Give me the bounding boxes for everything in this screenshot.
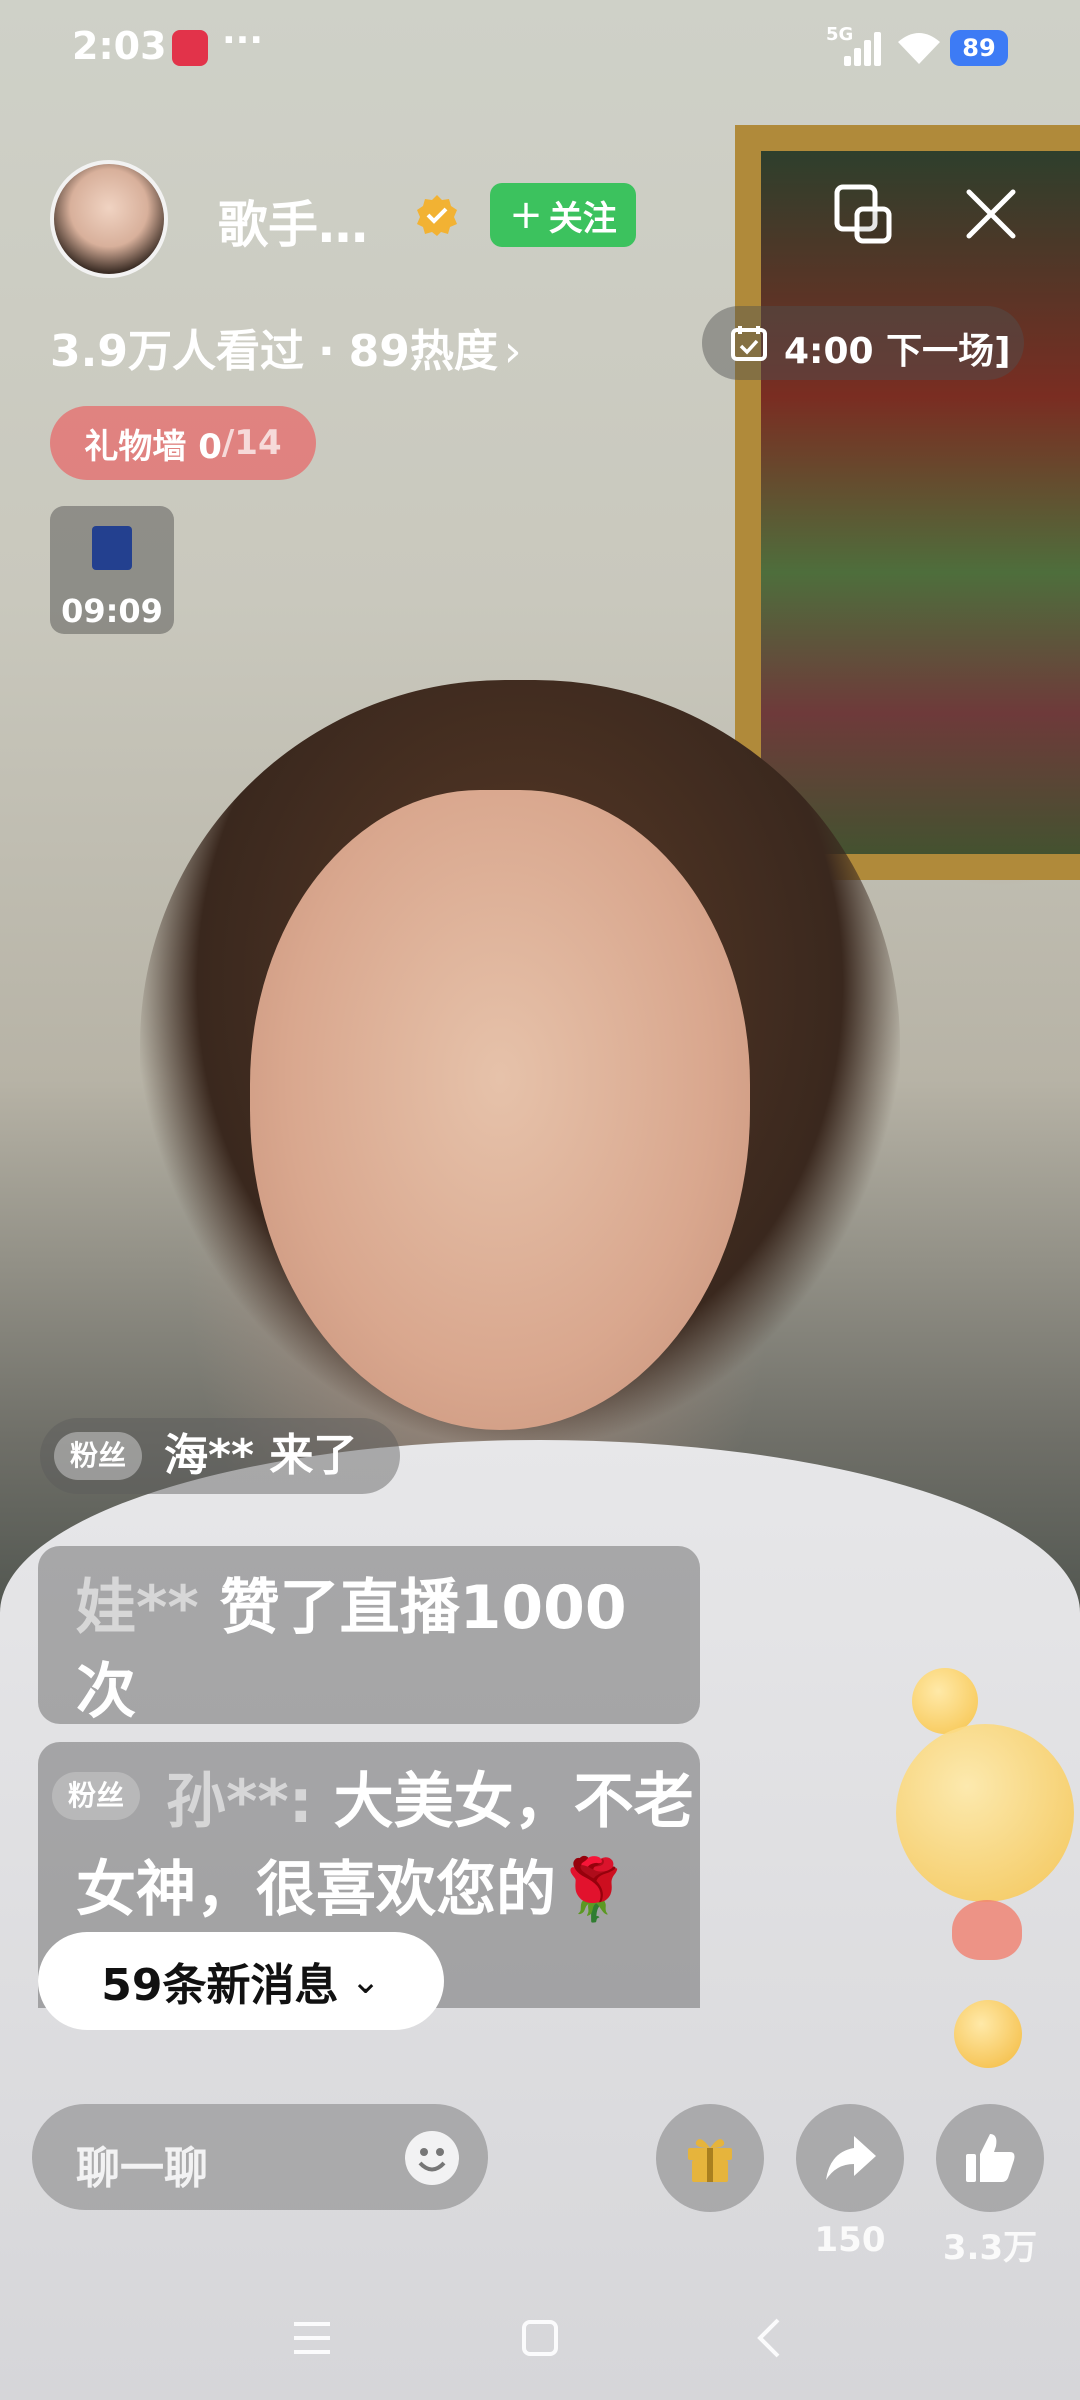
heart-icon — [952, 1900, 1022, 1960]
smile-emoji-icon — [954, 2000, 1022, 2068]
gift-icon — [688, 2139, 732, 2182]
chevron-right-icon: › — [503, 326, 522, 377]
comment-user[interactable]: 孙**: — [166, 1767, 313, 1837]
smile-icon[interactable] — [404, 2130, 460, 2186]
like-message: 娃** 赞了直播1000次 — [38, 1546, 700, 1727]
gift-wall-label: 礼物墙 0 — [84, 426, 222, 467]
timer-text: 09:09 — [61, 592, 163, 630]
star-eyes-emoji-icon — [896, 1724, 1074, 1902]
gift-button[interactable] — [656, 2104, 764, 2212]
home-icon[interactable] — [518, 2316, 562, 2360]
live-stream-screen: 2:03 ··· 5G 89 歌手… + 关注 3.9万人看过 · 89热度› — [0, 0, 1080, 2400]
status-time: 2:03 — [72, 24, 167, 68]
fan-badge: 粉丝 — [54, 1432, 143, 1480]
heat-count: 89热度 — [348, 326, 498, 377]
viewer-count: 3.9万人看过 — [50, 326, 304, 377]
chat-input-placeholder: 聊一聊 — [76, 2143, 208, 2194]
like-message-text: 娃** 赞了直播1000次 — [76, 1566, 676, 1734]
back-icon[interactable] — [748, 2316, 792, 2360]
plus-icon: + — [509, 192, 543, 238]
status-bar: 2:03 ··· 5G 89 — [0, 0, 1080, 100]
chat-input[interactable]: 聊一聊 — [32, 2104, 488, 2210]
wifi-icon — [898, 33, 940, 64]
like-count: 3.3万 — [942, 2228, 1038, 2268]
separator: · — [317, 326, 335, 377]
close-icon[interactable] — [963, 186, 1019, 242]
verified-icon — [417, 195, 457, 236]
join-user: 海** — [164, 1430, 255, 1481]
share-button[interactable] — [796, 2104, 904, 2212]
streamer-face — [250, 790, 750, 1430]
follow-button[interactable]: + 关注 — [490, 183, 636, 247]
follow-label: 关注 — [548, 198, 617, 239]
signal-icon — [844, 32, 884, 66]
next-show-schedule[interactable]: 4:00 下一场] — [702, 306, 1024, 380]
like-button[interactable] — [936, 2104, 1044, 2212]
streamer-name[interactable]: 歌手… — [218, 185, 368, 257]
share-count: 150 — [814, 2220, 886, 2260]
gift-wall-button[interactable]: 礼物墙 0/14 — [50, 406, 316, 480]
battery-indicator: 89 — [950, 30, 1008, 66]
new-messages-label: 59条新消息 — [101, 1960, 339, 2011]
share-icon — [826, 2136, 876, 2180]
more-notifications-icon: ··· — [222, 20, 264, 61]
star-eyes-emoji-icon — [912, 1668, 978, 1734]
thumbs-up-icon — [966, 2134, 1015, 2182]
gift-box-icon — [92, 526, 132, 570]
wall-painting — [735, 125, 1080, 880]
streamer-avatar[interactable] — [50, 160, 168, 278]
schedule-text: 4:00 下一场] — [784, 331, 1011, 372]
viewers-heat-link[interactable]: 3.9万人看过 · 89热度 › — [50, 315, 522, 379]
join-message: 粉丝 海** 来了 — [40, 1418, 400, 1494]
join-action: 来了 — [269, 1430, 358, 1481]
notification-app-icon — [172, 30, 208, 66]
new-messages-button[interactable]: 59条新消息 ⌄ — [38, 1932, 444, 2030]
gift-timer[interactable]: 09:09 — [50, 506, 174, 634]
like-user[interactable]: 娃** — [76, 1573, 199, 1643]
pip-icon[interactable] — [833, 183, 893, 245]
gift-wall-total: /14 — [221, 423, 282, 463]
calendar-icon — [731, 326, 767, 361]
join-text: 海** 来了 — [164, 1418, 357, 1494]
menu-icon[interactable] — [290, 2316, 334, 2360]
chevron-down-icon: ⌄ — [350, 1960, 381, 2002]
